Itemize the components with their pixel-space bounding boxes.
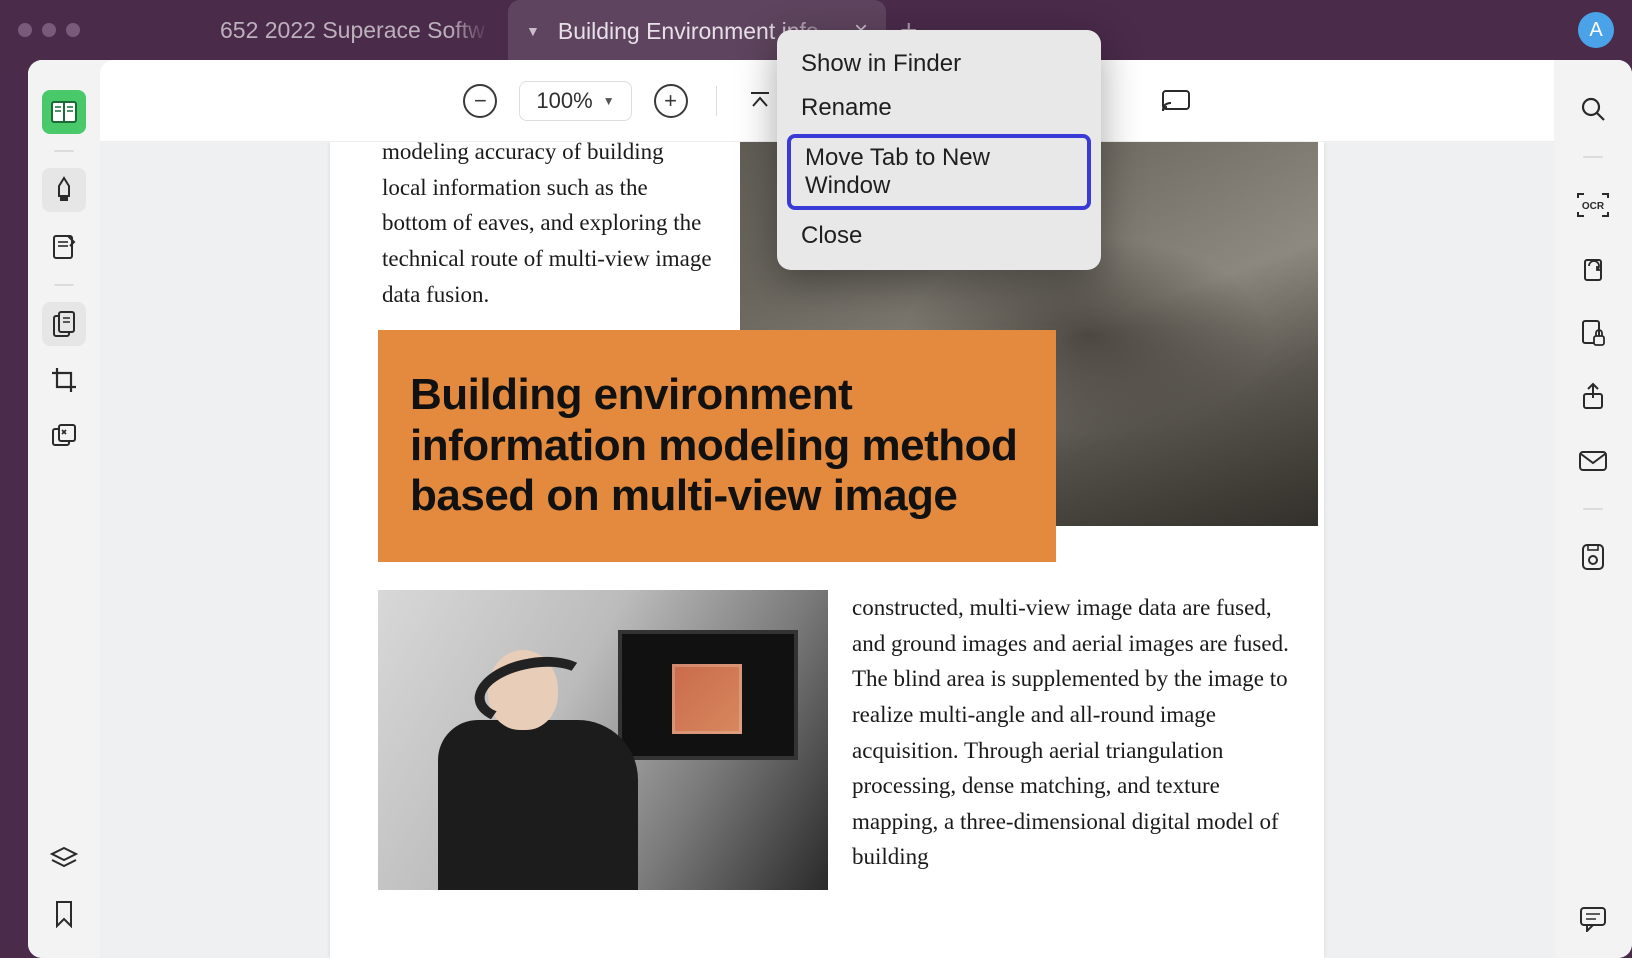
bookmark-button[interactable] — [42, 892, 86, 936]
minimize-window-icon[interactable] — [42, 23, 56, 37]
heading-callout: Building environment information modelin… — [378, 330, 1056, 562]
layers-button[interactable] — [42, 836, 86, 880]
fullscreen-window-icon[interactable] — [66, 23, 80, 37]
mail-button[interactable] — [1576, 444, 1610, 478]
lock-page-button[interactable] — [1576, 316, 1610, 350]
photo-workstation — [378, 590, 828, 890]
menu-item-show-in-finder[interactable]: Show in Finder — [777, 42, 1101, 86]
ocr-button[interactable]: OCR — [1576, 188, 1610, 222]
svg-text:OCR: OCR — [1582, 201, 1605, 212]
menu-item-close[interactable]: Close — [777, 214, 1101, 258]
comment-button[interactable] — [1576, 902, 1610, 936]
menu-item-rename[interactable]: Rename — [777, 86, 1101, 130]
right-tool-rail: OCR — [1554, 60, 1632, 958]
search-button[interactable] — [1576, 92, 1610, 126]
caret-down-icon[interactable]: ▼ — [526, 23, 540, 39]
tab-inactive[interactable]: 652 2022 Superace Softw — [220, 17, 490, 44]
notes-button[interactable] — [42, 224, 86, 268]
menu-item-move-tab-new-window[interactable]: Move Tab to New Window — [787, 134, 1091, 210]
left-tool-rail — [28, 60, 100, 958]
zoom-out-button[interactable]: − — [463, 84, 497, 118]
toolbar-separator — [716, 86, 717, 116]
zoom-level-select[interactable]: 100% ▼ — [519, 81, 631, 121]
rail-separator — [1583, 508, 1603, 510]
traffic-lights — [18, 23, 80, 37]
zoom-in-button[interactable]: + — [654, 84, 688, 118]
share-button[interactable] — [1576, 380, 1610, 414]
body-paragraph-top: modeling accuracy of building local info… — [382, 142, 712, 312]
rail-separator — [54, 284, 74, 286]
highlighter-button[interactable] — [42, 168, 86, 212]
pages-button[interactable] — [42, 302, 86, 346]
rail-separator — [54, 150, 74, 152]
jump-to-top-icon[interactable] — [745, 86, 775, 116]
rail-separator — [1583, 156, 1603, 158]
rotate-button[interactable] — [1576, 252, 1610, 286]
tab-context-menu: Show in Finder Rename Move Tab to New Wi… — [777, 30, 1101, 270]
save-button[interactable] — [1576, 540, 1610, 574]
reader-mode-button[interactable] — [42, 90, 86, 134]
body-paragraph-bottom: constructed, multi-view image data are f… — [852, 590, 1292, 875]
cast-icon[interactable] — [1161, 86, 1191, 116]
close-window-icon[interactable] — [18, 23, 32, 37]
zoom-level-label: 100% — [536, 88, 592, 114]
user-avatar[interactable]: A — [1578, 12, 1614, 48]
crop-button[interactable] — [42, 358, 86, 402]
document-heading: Building environment information modelin… — [410, 370, 1024, 522]
compare-button[interactable] — [42, 414, 86, 458]
caret-down-icon: ▼ — [603, 94, 615, 108]
